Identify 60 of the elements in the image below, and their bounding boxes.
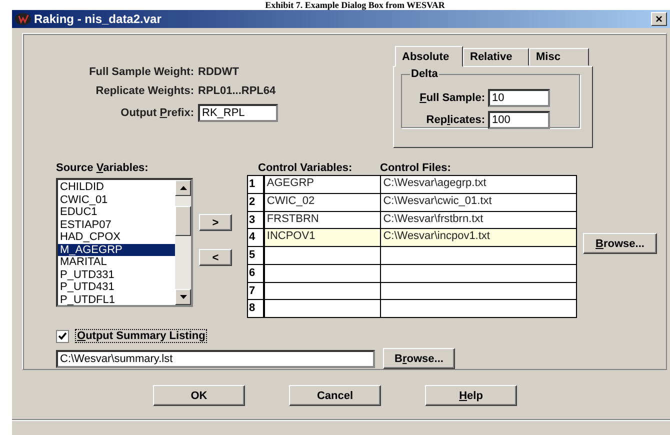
list-item[interactable]: ESTIAP07 [58, 218, 175, 231]
row-number: 4 [248, 229, 265, 246]
tab[interactable]: Misc [529, 48, 589, 66]
list-item[interactable]: P_UTDFL1 [58, 294, 175, 306]
close-button[interactable]: × [651, 12, 667, 26]
scroll-down-button[interactable] [175, 289, 191, 305]
table-cell[interactable]: INCPOV1 [264, 229, 382, 246]
add-button[interactable]: > [199, 214, 232, 231]
list-item[interactable]: HAD_CPOX [58, 231, 175, 244]
window-title: Raking - nis_data2.var [34, 12, 162, 26]
list-item[interactable]: P_UTD431 [58, 281, 175, 294]
scrollbar[interactable] [175, 180, 191, 305]
weight-value: RDDWT [198, 66, 240, 78]
table-cell[interactable]: CWIC_02 [264, 194, 382, 210]
delta-field[interactable]: 10 [488, 89, 550, 107]
list-item[interactable]: MARITAL [58, 256, 175, 268]
column-header: Control Variables: [258, 162, 354, 176]
down-arrow-icon [180, 295, 186, 299]
row-number: 7 [248, 282, 265, 300]
row-number: 6 [248, 264, 265, 282]
list-item[interactable]: CWIC_01 [58, 194, 175, 206]
tab[interactable]: Absolute [395, 46, 463, 67]
caption: Exhibit 7. Example Dialog Box from WESVAR [264, 0, 446, 10]
row-number: 8 [248, 300, 265, 317]
scroll-thumb[interactable] [175, 206, 191, 236]
column-header: Control Files: [380, 162, 451, 176]
delta-field[interactable]: 100 [488, 111, 550, 129]
weight-label: Replicate Weights: [94, 85, 194, 97]
prefix-field[interactable]: RK_RPL [198, 104, 278, 122]
list-item[interactable]: EDUC1 [58, 206, 175, 218]
dialog-button[interactable]: OK [153, 385, 245, 406]
delta-label: Full Sample: [418, 92, 485, 104]
scroll-up-button[interactable] [175, 180, 191, 196]
remove-button[interactable]: < [199, 249, 232, 266]
table-cell[interactable]: AGEGRP [264, 176, 382, 193]
dialog-button[interactable]: Cancel [289, 385, 381, 406]
weight-label: Full Sample Weight: [88, 66, 194, 78]
weight-value: RPL01...RPL64 [198, 85, 277, 97]
source-label: Source Variables: [56, 162, 150, 176]
row-number: 2 [248, 194, 265, 210]
checkbox-label: Output Summary Listing [75, 329, 208, 343]
list-item[interactable]: CHILDID [58, 181, 175, 194]
up-arrow-icon [180, 186, 186, 190]
browse-button[interactable]: Browse... [583, 233, 657, 254]
table-cell[interactable]: C:\Wesvar\incpov1.txt [381, 229, 576, 246]
prefix-label: Output Prefix: [120, 107, 194, 119]
list-item[interactable]: P_UTD331 [58, 268, 175, 281]
table-cell[interactable]: FRSTBRN [264, 212, 382, 228]
checkbox[interactable] [56, 330, 69, 342]
row-number: 3 [248, 212, 265, 228]
app-logo-icon [15, 13, 31, 25]
list-item[interactable]: M_AGEGRP [58, 244, 175, 256]
row-number: 1 [248, 176, 265, 193]
browse-button[interactable]: Browse... [383, 348, 455, 369]
dialog-button[interactable]: Help [425, 385, 517, 406]
row-number: 5 [248, 247, 265, 264]
delta-label: Replicates: [425, 114, 485, 126]
group-title: Delta [410, 68, 439, 80]
summary-path-field[interactable]: C:\Wesvar\summary.lst [56, 350, 375, 368]
tab[interactable]: Relative [463, 48, 529, 66]
